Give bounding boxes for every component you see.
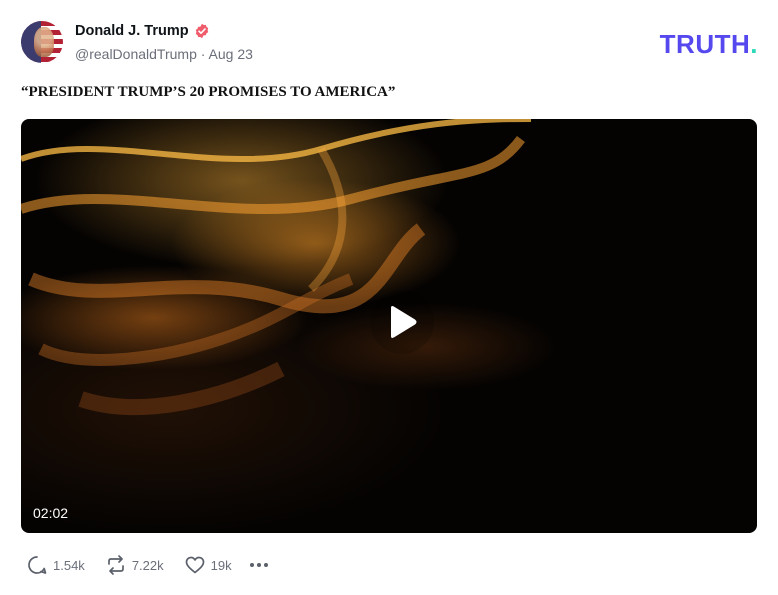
play-button[interactable] xyxy=(370,290,434,354)
more-options-button[interactable] xyxy=(248,554,270,576)
post-text: “PRESIDENT TRUMP’S 20 PROMISES TO AMERIC… xyxy=(21,84,396,100)
logo-dot: . xyxy=(750,29,758,59)
post-actions: 1.54k 7.22k 19k xyxy=(26,554,270,576)
handle-and-date[interactable]: @realDonaldTrump · Aug 23 xyxy=(75,46,253,62)
more-horizontal-icon xyxy=(249,563,268,567)
author-name-row: Donald J. Trump xyxy=(75,23,210,39)
reply-button[interactable]: 1.54k xyxy=(26,554,85,576)
play-icon xyxy=(391,306,417,338)
repost-icon xyxy=(107,555,124,575)
video-player[interactable]: 02:02 xyxy=(21,119,757,533)
comment-icon xyxy=(28,556,47,574)
heart-icon xyxy=(185,556,204,574)
verified-badge-icon xyxy=(194,23,210,39)
post-header: Donald J. Trump @realDonaldTrump · Aug 2… xyxy=(21,21,758,65)
truth-logo[interactable]: TRUTH. xyxy=(660,29,758,60)
reply-count: 1.54k xyxy=(53,557,85,573)
like-count: 19k xyxy=(210,557,232,573)
author-name[interactable]: Donald J. Trump xyxy=(75,23,189,39)
avatar-portrait xyxy=(34,27,54,57)
avatar[interactable] xyxy=(21,21,63,63)
like-button[interactable]: 19k xyxy=(184,554,232,576)
retruth-button[interactable]: 7.22k xyxy=(105,554,164,576)
video-duration: 02:02 xyxy=(33,505,69,521)
retruth-count: 7.22k xyxy=(131,557,164,573)
logo-text: TRUTH xyxy=(659,29,751,59)
